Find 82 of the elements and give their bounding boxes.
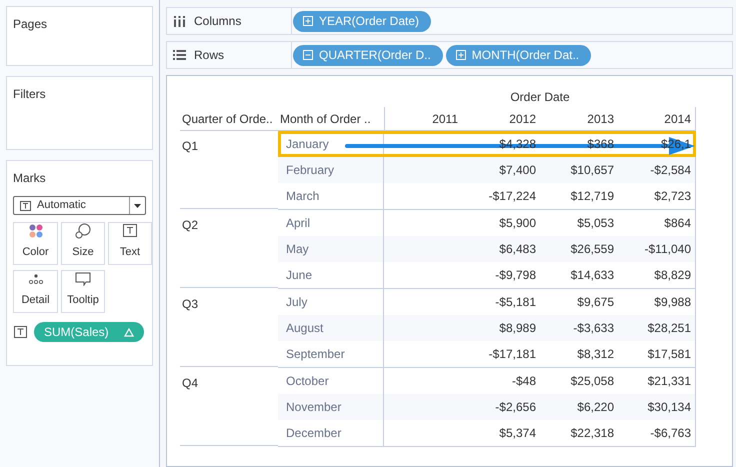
table-cell-text: -$2,656 bbox=[495, 399, 536, 416]
table-cell-text: $5,374 bbox=[499, 425, 536, 442]
table-cell-text: $14,633 bbox=[570, 267, 614, 284]
delta-icon bbox=[124, 328, 134, 336]
text-icon bbox=[14, 326, 27, 338]
row-header: Q1 bbox=[182, 138, 198, 155]
row-header: September bbox=[286, 346, 345, 363]
card-title: Pages bbox=[13, 17, 48, 31]
table-cell-text: $7,400 bbox=[499, 162, 536, 179]
table-cell-text: $5,053 bbox=[577, 215, 614, 232]
mark-card-button[interactable]: Detail bbox=[13, 270, 58, 313]
plus-box-icon[interactable] bbox=[456, 50, 466, 60]
table-cell-text: $864 bbox=[664, 215, 691, 232]
card-title: Filters bbox=[13, 87, 46, 101]
table-cell-text: $9,675 bbox=[577, 294, 614, 311]
table-cell-text: $30,134 bbox=[648, 399, 691, 416]
table-cell-text: -$17,224 bbox=[488, 188, 536, 205]
dots-icon bbox=[28, 274, 42, 284]
table-cell-text: $8,989 bbox=[499, 320, 536, 337]
row-header: Q3 bbox=[182, 296, 198, 313]
table-cell-text: $25,058 bbox=[570, 373, 614, 390]
mark-card-button[interactable]: Text bbox=[108, 222, 152, 265]
table-cell-text: $5,900 bbox=[499, 215, 536, 232]
table-cell-text: -$48 bbox=[512, 373, 536, 390]
row-header: June bbox=[286, 267, 312, 284]
minus-box-icon[interactable] bbox=[303, 50, 313, 60]
row-header: May bbox=[286, 241, 309, 258]
table-cell-text: $8,312 bbox=[577, 346, 614, 363]
column-header: 2013 bbox=[587, 110, 614, 128]
column-header: Month of Order .. bbox=[280, 110, 371, 128]
row-header: December bbox=[286, 425, 342, 442]
circles-icon bbox=[75, 222, 91, 238]
table-cell-text: $26,559 bbox=[570, 241, 614, 258]
table-cell-text: -$5,181 bbox=[495, 294, 536, 311]
mark-card-button[interactable]: Color bbox=[13, 222, 58, 265]
table-cell-text: $9,988 bbox=[654, 294, 691, 311]
table-cell-text: -$2,584 bbox=[650, 162, 691, 179]
shelf-label: Columns bbox=[194, 13, 242, 30]
table-cell-text: -$6,763 bbox=[650, 425, 691, 442]
speech-bubble-icon bbox=[75, 272, 91, 286]
text-mark-icon bbox=[20, 200, 31, 210]
table-cell-text: $2,723 bbox=[654, 188, 691, 205]
table-cell-text: $8,829 bbox=[654, 267, 691, 284]
rows-icon bbox=[173, 50, 186, 60]
caret-icon bbox=[134, 204, 141, 208]
column-header: 2014 bbox=[664, 110, 691, 128]
column-header: Quarter of Orde.. bbox=[182, 110, 273, 128]
table-cell-text: $12,719 bbox=[570, 188, 614, 205]
row-header: February bbox=[286, 162, 334, 179]
column-header: 2011 bbox=[432, 110, 458, 128]
row-header: July bbox=[286, 294, 308, 311]
table-cell-text: -$11,040 bbox=[644, 241, 691, 258]
row-header: October bbox=[286, 373, 329, 390]
table-cell-text: $6,220 bbox=[577, 399, 614, 416]
table-cell-text: $22,318 bbox=[570, 425, 614, 442]
row-header: April bbox=[286, 215, 310, 232]
column-header: 2012 bbox=[509, 110, 536, 128]
table-cell-text: -$17,181 bbox=[488, 346, 536, 363]
dots-icon bbox=[28, 224, 42, 238]
row-header: November bbox=[286, 399, 342, 416]
row-header: Q4 bbox=[182, 375, 198, 392]
table-cell-text: $26,1 bbox=[660, 136, 691, 153]
card-title: Marks bbox=[13, 170, 47, 187]
mark-card-button[interactable]: Size bbox=[61, 222, 105, 265]
row-header: March bbox=[286, 188, 320, 205]
row-header: August bbox=[286, 320, 324, 337]
table-cell-text: -$9,798 bbox=[495, 267, 536, 284]
table-cell-text: $17,581 bbox=[648, 346, 691, 363]
plus-box-icon[interactable] bbox=[303, 16, 313, 26]
row-header: Q2 bbox=[182, 217, 198, 234]
mark-type-dropdown[interactable]: Automatic bbox=[13, 196, 146, 215]
text-icon bbox=[123, 224, 137, 238]
table-cell-text: $21,331 bbox=[648, 373, 691, 390]
mark-card-button[interactable]: Tooltip bbox=[61, 270, 105, 313]
column-header: Order Date bbox=[510, 88, 570, 106]
shelf-label: Rows bbox=[194, 47, 224, 64]
table-cell-text: $10,657 bbox=[570, 162, 614, 179]
table-cell-text: -$3,633 bbox=[573, 320, 614, 337]
columns-icon bbox=[173, 16, 186, 26]
table-cell-text: $6,483 bbox=[499, 241, 536, 258]
table-cell-text: $28,251 bbox=[648, 320, 691, 337]
row-header: January bbox=[286, 136, 329, 153]
